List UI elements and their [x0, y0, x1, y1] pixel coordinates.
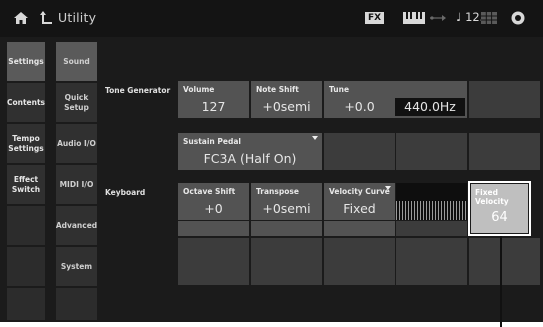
quarter-note-icon: ♩: [456, 10, 462, 24]
bottom-margin: [0, 322, 543, 327]
empty-param-cell: [178, 221, 249, 236]
empty-param-cell: [396, 221, 467, 236]
tune-hz-value: 440.0Hz: [404, 99, 456, 114]
tune-label: Tune: [329, 85, 350, 94]
transpose-label: Transpose: [256, 187, 299, 196]
subnav-empty-slot: [56, 288, 97, 320]
velocity-curve-graph: [396, 183, 467, 220]
sustain-pedal-value: FC3A (Half On): [203, 151, 297, 166]
home-icon[interactable]: [13, 11, 29, 25]
empty-param-cell: [324, 221, 395, 236]
empty-param-cell: [469, 133, 540, 170]
note-shift-value: +0semi: [262, 99, 311, 114]
nav-contents[interactable]: Contents: [7, 83, 45, 122]
tune-param[interactable]: Tune +0.0 440.0Hz: [324, 81, 467, 118]
octave-shift-label: Octave Shift: [183, 187, 236, 196]
subnav-midi-io[interactable]: MIDI I/O: [56, 165, 97, 204]
fixed-velocity-value: 64: [491, 210, 508, 225]
fx-badge[interactable]: FX: [365, 12, 385, 24]
nav-settings[interactable]: Settings: [7, 42, 45, 81]
callout-line: [500, 236, 502, 327]
row-label-tone-generator: Tone Generator: [105, 86, 171, 95]
velocity-curve-param[interactable]: Velocity Curve Fixed: [324, 183, 395, 220]
subnav-system[interactable]: System: [56, 247, 97, 286]
row-label-keyboard: Keyboard: [105, 188, 146, 197]
volume-label: Volume: [183, 85, 215, 94]
nav-effect-switch[interactable]: Effect Switch: [7, 165, 45, 204]
octave-shift-param[interactable]: Octave Shift +0: [178, 183, 249, 220]
subnav-sound[interactable]: Sound: [56, 42, 97, 81]
velocity-curve-label: Velocity Curve: [329, 187, 390, 196]
subnav-advanced[interactable]: Advanced: [56, 206, 97, 245]
velocity-curve-value: Fixed: [343, 201, 376, 216]
back-arrow-icon[interactable]: [40, 10, 54, 26]
utility-screen: Utility FX ♩ 125 Settings Contents Tempo…: [0, 0, 543, 327]
velocity-bars: [396, 201, 467, 220]
empty-param-cell: [469, 238, 540, 285]
tune-value: +0.0: [344, 99, 375, 114]
empty-param-cell: [324, 238, 395, 285]
grid-icon[interactable]: [481, 12, 497, 24]
fixed-velocity-param[interactable]: Fixed Velocity 64: [471, 184, 528, 233]
octave-shift-value: +0: [204, 201, 223, 216]
empty-param-cell: [251, 221, 322, 236]
empty-param-cell: [469, 81, 540, 118]
note-shift-param[interactable]: Note Shift +0semi: [251, 81, 322, 118]
transpose-value: +0semi: [262, 201, 311, 216]
volume-param[interactable]: Volume 127: [178, 81, 249, 118]
usb-icon: [430, 15, 446, 21]
top-bar: Utility FX ♩ 125: [0, 0, 543, 37]
keyboard-icon[interactable]: [403, 12, 425, 24]
gear-icon[interactable]: [510, 10, 526, 26]
empty-param-cell: [324, 133, 395, 170]
note-shift-label: Note Shift: [256, 85, 299, 94]
empty-param-cell: [396, 238, 467, 285]
fixed-velocity-label: Fixed Velocity: [475, 188, 509, 206]
sustain-pedal-label: Sustain Pedal: [183, 137, 241, 146]
page-title: Utility: [58, 10, 97, 25]
transpose-param[interactable]: Transpose +0semi: [251, 183, 322, 220]
volume-value: 127: [201, 99, 226, 114]
empty-param-cell: [251, 238, 322, 285]
dropdown-arrow-icon: [312, 136, 318, 140]
subnav-quick-setup[interactable]: Quick Setup: [56, 83, 97, 122]
subnav-audio-io[interactable]: Audio I/O: [56, 124, 97, 163]
sustain-pedal-param[interactable]: Sustain Pedal FC3A (Half On): [178, 133, 322, 170]
nav-empty-slot: [7, 288, 45, 320]
nav-empty-slot: [7, 247, 45, 286]
dropdown-arrow-icon: [385, 186, 391, 190]
empty-param-cell: [396, 133, 467, 170]
empty-param-cell: [178, 238, 249, 285]
nav-tempo-settings[interactable]: Tempo Settings: [7, 124, 45, 163]
nav-empty-slot: [7, 206, 45, 245]
